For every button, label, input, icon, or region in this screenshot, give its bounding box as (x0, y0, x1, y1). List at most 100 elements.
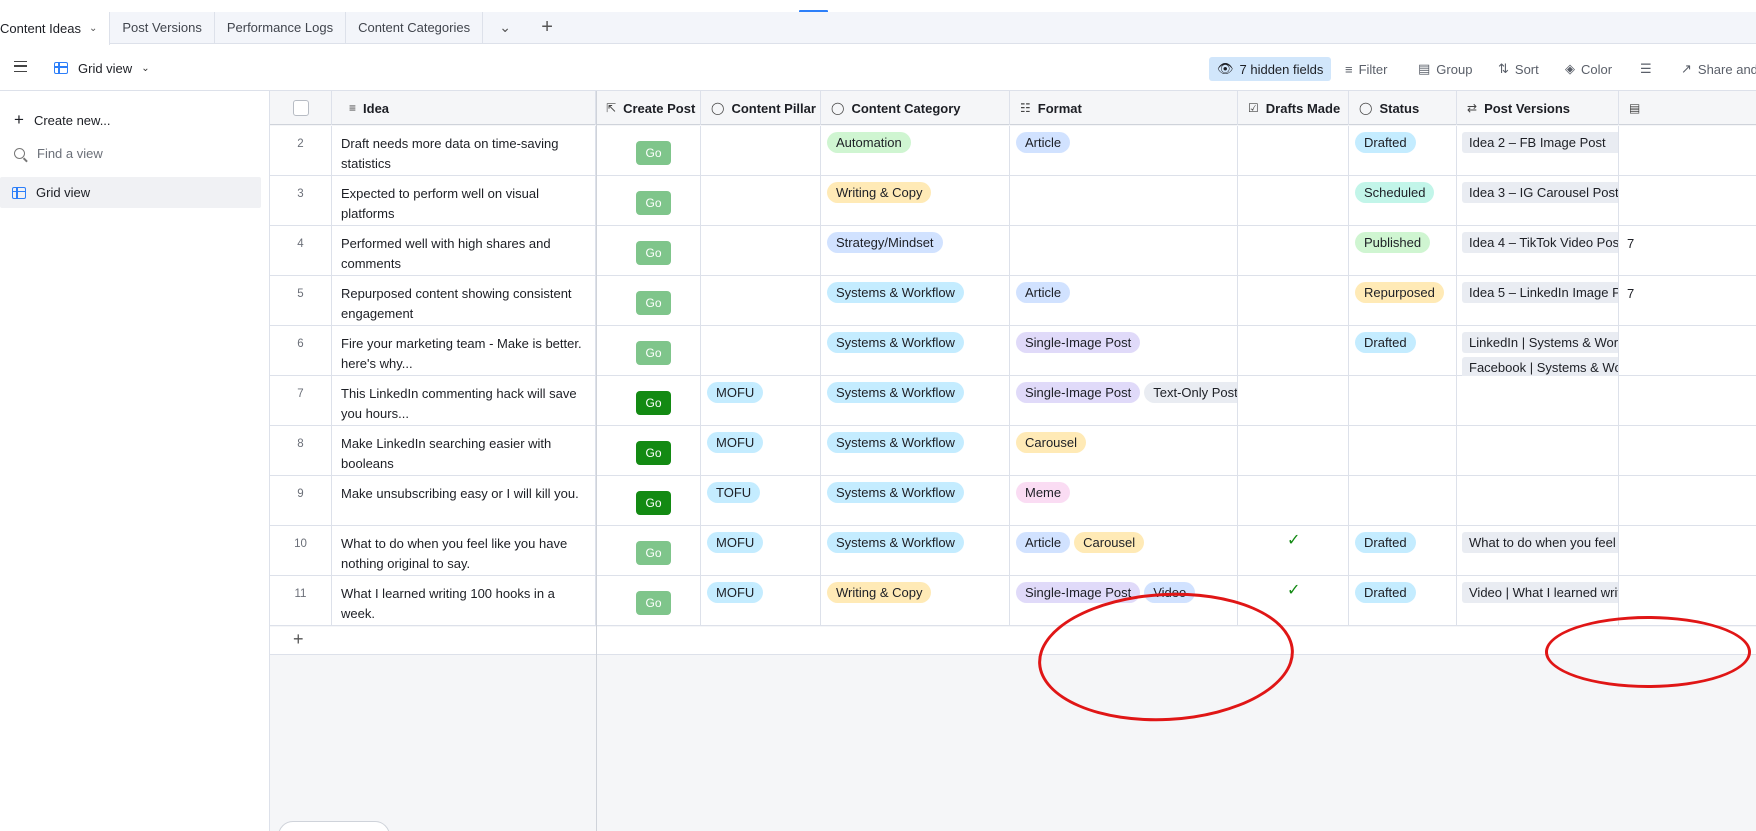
cell-status[interactable] (1349, 426, 1457, 476)
filter-button[interactable]: ≡ Filter (1345, 57, 1387, 81)
cell-drafts[interactable] (1238, 176, 1349, 226)
more-tables-chevron-down-icon[interactable]: ⌄ (483, 12, 527, 44)
linked-record-chip[interactable]: Idea 2 – FB Image Post (1462, 132, 1618, 153)
cell-status[interactable]: Drafted (1349, 576, 1457, 626)
cell-versions[interactable] (1457, 476, 1619, 526)
cell-format[interactable]: Article (1010, 126, 1238, 176)
cell-pillar[interactable]: MOFU (701, 376, 821, 426)
cell-format[interactable]: Meme (1010, 476, 1238, 526)
idea-text[interactable]: Draft needs more data on time-saving sta… (332, 126, 596, 176)
create-post-go-button[interactable]: Go (636, 341, 671, 365)
idea-text[interactable]: Performed well with high shares and comm… (332, 226, 596, 276)
column-header-drafts-made[interactable]: ☑ Drafts Made (1238, 91, 1349, 125)
cell-drafts[interactable] (1238, 326, 1349, 376)
idea-text[interactable]: Repurposed content showing consistent en… (332, 276, 596, 326)
sort-button[interactable]: ⇅ Sort (1498, 57, 1539, 81)
table-row[interactable]: 7 This LinkedIn commenting hack will save… (270, 376, 1756, 426)
hamburger-menu-icon[interactable] (14, 61, 27, 72)
color-button[interactable]: ◈ Color (1565, 57, 1612, 81)
cell-category[interactable]: Systems & Workflow (821, 426, 1010, 476)
linked-record-chip[interactable]: Idea 4 – TikTok Video Post (1462, 232, 1618, 253)
add-record-row[interactable]: + (270, 627, 1756, 655)
view-switcher[interactable]: Grid view ⌄ (54, 57, 150, 79)
cell-drafts[interactable] (1238, 126, 1349, 176)
table-row[interactable]: 2 Draft needs more data on time-saving st… (270, 126, 1756, 176)
cell-pillar[interactable] (701, 276, 821, 326)
linked-record-chip[interactable]: Video | What I learned writing (1462, 582, 1618, 603)
cell-status[interactable]: Scheduled (1349, 176, 1457, 226)
linked-record-chip[interactable]: What to do when you feel lik (1462, 532, 1618, 553)
cell-go[interactable]: Go (596, 226, 701, 276)
table-row[interactable]: 8 Make LinkedIn searching easier with boo… (270, 426, 1756, 476)
create-post-go-button[interactable]: Go (636, 591, 671, 615)
idea-text[interactable]: Make LinkedIn searching easier with bool… (332, 426, 596, 476)
cell-go[interactable]: Go (596, 476, 701, 526)
cell-pillar[interactable]: TOFU (701, 476, 821, 526)
cell-format[interactable]: Single-Image Post (1010, 326, 1238, 376)
select-all-checkbox[interactable] (292, 100, 309, 116)
cell-status[interactable] (1349, 476, 1457, 526)
cell-status[interactable]: Published (1349, 226, 1457, 276)
cell-category[interactable]: Systems & Workflow (821, 476, 1010, 526)
idea-text[interactable]: Fire your marketing team - Make is bette… (332, 326, 596, 376)
cell-next[interactable] (1619, 176, 1756, 226)
cell-category[interactable]: Systems & Workflow (821, 376, 1010, 426)
column-header-format[interactable]: ☷ Format (1010, 91, 1238, 125)
cell-category[interactable]: Writing & Copy (821, 176, 1010, 226)
cell-drafts[interactable] (1238, 226, 1349, 276)
tab-performance-logs[interactable]: Performance Logs (215, 11, 347, 44)
cell-status[interactable]: Drafted (1349, 326, 1457, 376)
tab-post-versions[interactable]: Post Versions (110, 11, 215, 44)
table-row[interactable]: 3 Expected to perform well on visual plat… (270, 176, 1756, 226)
column-header-content-category[interactable]: ◯ Content Category (821, 91, 1010, 125)
idea-text[interactable]: What I learned writing 100 hooks in a we… (332, 576, 596, 626)
cell-format[interactable]: Article (1010, 276, 1238, 326)
cell-next[interactable] (1619, 126, 1756, 176)
table-row[interactable]: 10 What to do when you feel like you have… (270, 526, 1756, 576)
cell-versions[interactable]: Idea 5 – LinkedIn Image Post (1457, 276, 1619, 326)
tab-content-ideas[interactable]: Content Ideas ⌄ (0, 11, 111, 45)
cell-next[interactable] (1619, 326, 1756, 376)
cell-status[interactable] (1349, 376, 1457, 426)
create-post-go-button[interactable]: Go (636, 441, 671, 465)
create-post-go-button[interactable]: Go (636, 391, 671, 415)
cell-versions[interactable]: Idea 3 – IG Carousel Post (1457, 176, 1619, 226)
cell-next[interactable]: 7 (1619, 226, 1756, 276)
cell-category[interactable]: Systems & Workflow (821, 526, 1010, 576)
cell-next[interactable] (1619, 526, 1756, 576)
cell-versions[interactable]: Idea 2 – FB Image Post (1457, 126, 1619, 176)
cell-go[interactable]: Go (596, 276, 701, 326)
cell-status[interactable]: Drafted (1349, 126, 1457, 176)
idea-text[interactable]: This LinkedIn commenting hack will save … (332, 376, 596, 426)
cell-pillar[interactable]: MOFU (701, 426, 821, 476)
cell-versions[interactable] (1457, 426, 1619, 476)
group-button[interactable]: ▤ Group (1418, 57, 1472, 81)
linked-record-chip[interactable]: Idea 3 – IG Carousel Post (1462, 182, 1618, 203)
cell-pillar[interactable]: MOFU (701, 526, 821, 576)
cell-next[interactable] (1619, 376, 1756, 426)
cell-category[interactable]: Systems & Workflow (821, 326, 1010, 376)
linked-record-chip[interactable]: LinkedIn | Systems & Workflo (1462, 332, 1618, 353)
cell-status[interactable]: Repurposed (1349, 276, 1457, 326)
sidebar-item-grid-view[interactable]: Grid view (0, 177, 261, 208)
create-post-go-button[interactable]: Go (636, 291, 671, 315)
column-header-create-post[interactable]: ⇱ Create Post (596, 91, 701, 125)
cell-versions[interactable] (1457, 376, 1619, 426)
cell-format[interactable]: Article Carousel (1010, 526, 1238, 576)
row-height-button[interactable]: ☰ (1640, 57, 1658, 81)
cell-next[interactable]: 7 (1619, 276, 1756, 326)
linked-record-chip[interactable]: Facebook | Systems & Workfl (1462, 357, 1618, 376)
cell-next[interactable] (1619, 476, 1756, 526)
create-post-go-button[interactable]: Go (636, 491, 671, 515)
cell-pillar[interactable] (701, 176, 821, 226)
cell-go[interactable]: Go (596, 576, 701, 626)
cell-go[interactable]: Go (596, 376, 701, 426)
plus-icon[interactable]: + (293, 629, 304, 650)
column-header-idea[interactable]: ≡ Idea (332, 91, 596, 125)
cell-pillar[interactable] (701, 326, 821, 376)
column-header-content-pillar[interactable]: ◯ Content Pillar (701, 91, 821, 125)
cell-versions[interactable]: What to do when you feel lik (1457, 526, 1619, 576)
find-view-input[interactable]: Find a view (14, 146, 103, 161)
cell-category[interactable]: Systems & Workflow (821, 276, 1010, 326)
table-row[interactable]: 6 Fire your marketing team - Make is bett… (270, 326, 1756, 376)
